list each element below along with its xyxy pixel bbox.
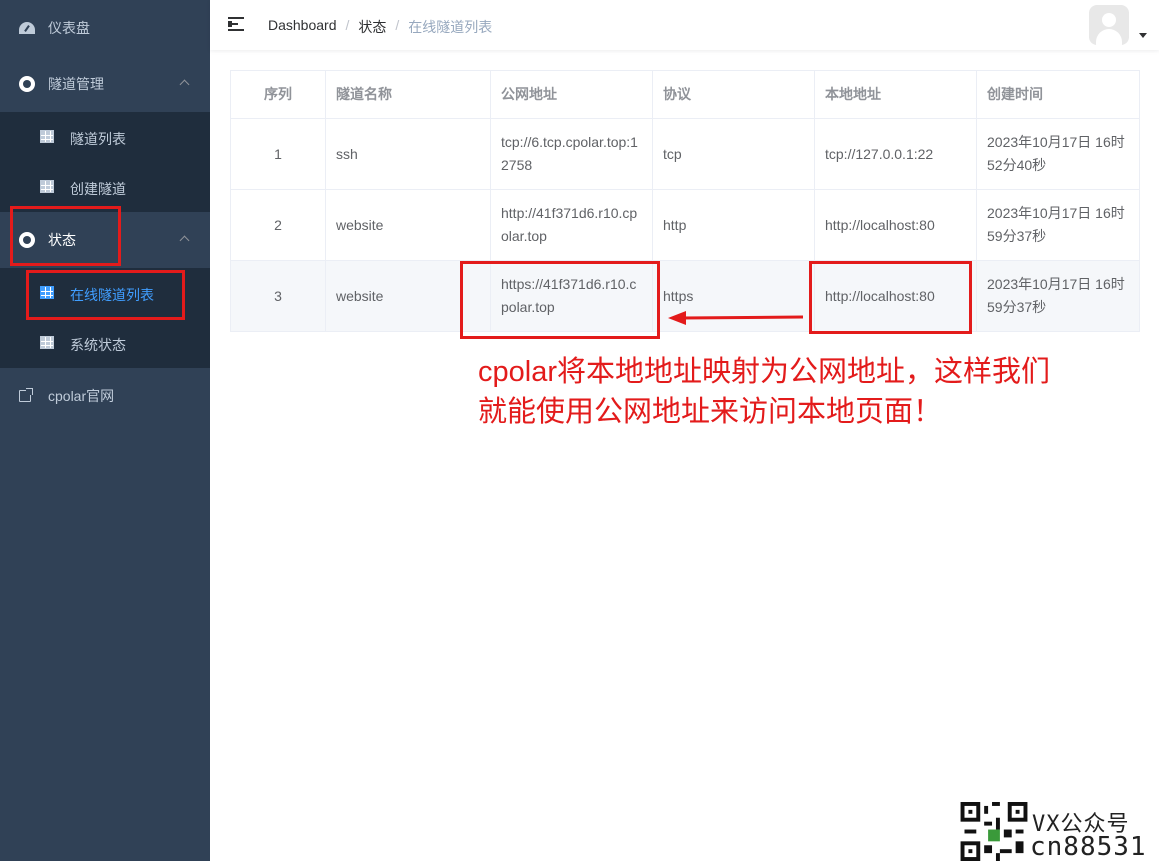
cell-local-address: http://localhost:80 — [814, 260, 977, 332]
table-row: 2 website http://41f371d6.r10.cpolar.top… — [230, 189, 1140, 261]
external-link-icon — [19, 388, 35, 406]
sidebar-item-label: 隧道管理 — [48, 76, 104, 92]
table-icon — [40, 180, 54, 193]
cell-created-time: 2023年10月17日 16时52分40秒 — [976, 118, 1140, 190]
arrow-icon — [668, 311, 804, 325]
sidebar-item-cpolar-website[interactable]: cpolar官网 — [0, 368, 210, 424]
cell-local-address: tcp://127.0.0.1:22 — [814, 118, 977, 190]
column-header: 序列 — [230, 70, 326, 119]
sidebar-item-tunnel-management[interactable]: 隧道管理 — [0, 56, 210, 112]
qr-code-icon — [960, 802, 1028, 861]
cell-created-time: 2023年10月17日 16时59分37秒 — [976, 189, 1140, 261]
cell-local-address: http://localhost:80 — [814, 189, 977, 261]
breadcrumb-status[interactable]: 状态 — [358, 17, 386, 37]
sidebar-item-system-status[interactable]: 系统状态 — [0, 318, 210, 368]
hamburger-icon[interactable] — [228, 17, 244, 31]
column-header: 本地地址 — [814, 70, 977, 119]
cell-index: 1 — [230, 118, 326, 190]
sidebar-item-label: 创建隧道 — [70, 181, 126, 197]
column-header: 协议 — [652, 70, 815, 119]
cell-public-url: http://41f371d6.r10.cpolar.top — [490, 189, 653, 261]
column-header: 创建时间 — [976, 70, 1140, 119]
breadcrumb: Dashboard / 状态 / 在线隧道列表 — [268, 17, 492, 37]
submenu-tunnel-management: 隧道列表 创建隧道 — [0, 112, 210, 212]
sidebar-item-status[interactable]: 状态 — [0, 212, 210, 268]
watermark-id: cn88531 — [1030, 832, 1147, 861]
circle-icon — [19, 232, 35, 248]
sidebar-item-label: 在线隧道列表 — [70, 287, 154, 303]
sidebar-item-tunnel-list[interactable]: 隧道列表 — [0, 112, 210, 162]
cell-name: ssh — [325, 118, 491, 190]
sidebar-item-dashboard[interactable]: 仪表盘 — [0, 0, 210, 56]
annotation-text: cpolar将本地地址映射为公网地址，这样我们就能使用公网地址来访问本地页面！ — [478, 356, 1050, 428]
avatar[interactable] — [1089, 5, 1129, 45]
column-header: 公网地址 — [490, 70, 653, 119]
breadcrumb-current: 在线隧道列表 — [408, 19, 493, 35]
sidebar-item-label: 仪表盘 — [48, 20, 90, 36]
navbar: Dashboard / 状态 / 在线隧道列表 — [210, 0, 1159, 50]
table-icon — [40, 130, 54, 143]
submenu-status: 在线隧道列表 系统状态 — [0, 268, 210, 368]
cell-index: 2 — [230, 189, 326, 261]
sidebar-item-online-tunnels[interactable]: 在线隧道列表 — [0, 268, 210, 318]
cell-protocol: tcp — [652, 118, 815, 190]
breadcrumb-separator: / — [395, 17, 400, 33]
chevron-up-icon — [179, 235, 190, 246]
cell-created-time: 2023年10月17日 16时59分37秒 — [976, 260, 1140, 332]
cell-name: website — [325, 260, 491, 332]
dashboard-icon — [19, 20, 35, 36]
breadcrumb-dashboard[interactable]: Dashboard — [268, 17, 337, 37]
table-icon — [40, 336, 54, 349]
sidebar-item-label: cpolar官网 — [48, 388, 115, 404]
sidebar-item-label: 隧道列表 — [70, 131, 126, 147]
breadcrumb-separator: / — [345, 17, 350, 33]
cell-protocol: http — [652, 189, 815, 261]
cell-public-url: tcp://6.tcp.cpolar.top:12758 — [490, 118, 653, 190]
cell-name: website — [325, 189, 491, 261]
column-header: 隧道名称 — [325, 70, 491, 119]
tunnel-table: 序列 隧道名称 公网地址 协议 本地地址 创建时间 1 ssh tcp://6.… — [230, 70, 1140, 332]
cell-public-url: https://41f371d6.r10.cpolar.top — [490, 260, 653, 332]
sidebar-item-label: 系统状态 — [70, 337, 126, 353]
sidebar-item-create-tunnel[interactable]: 创建隧道 — [0, 162, 210, 212]
table-row: 1 ssh tcp://6.tcp.cpolar.top:12758 tcp t… — [230, 118, 1140, 190]
sidebar-item-label: 状态 — [48, 232, 76, 248]
sidebar: 仪表盘 隧道管理 隧道列表 创建隧道 状态 在线隧道列表 系统状态 cpolar… — [0, 0, 210, 861]
table-icon — [40, 286, 54, 299]
chevron-up-icon — [179, 79, 190, 90]
cell-index: 3 — [230, 260, 326, 332]
table-header-row: 序列 隧道名称 公网地址 协议 本地地址 创建时间 — [230, 70, 1140, 119]
caret-down-icon[interactable] — [1139, 33, 1147, 38]
circle-icon — [19, 76, 35, 92]
